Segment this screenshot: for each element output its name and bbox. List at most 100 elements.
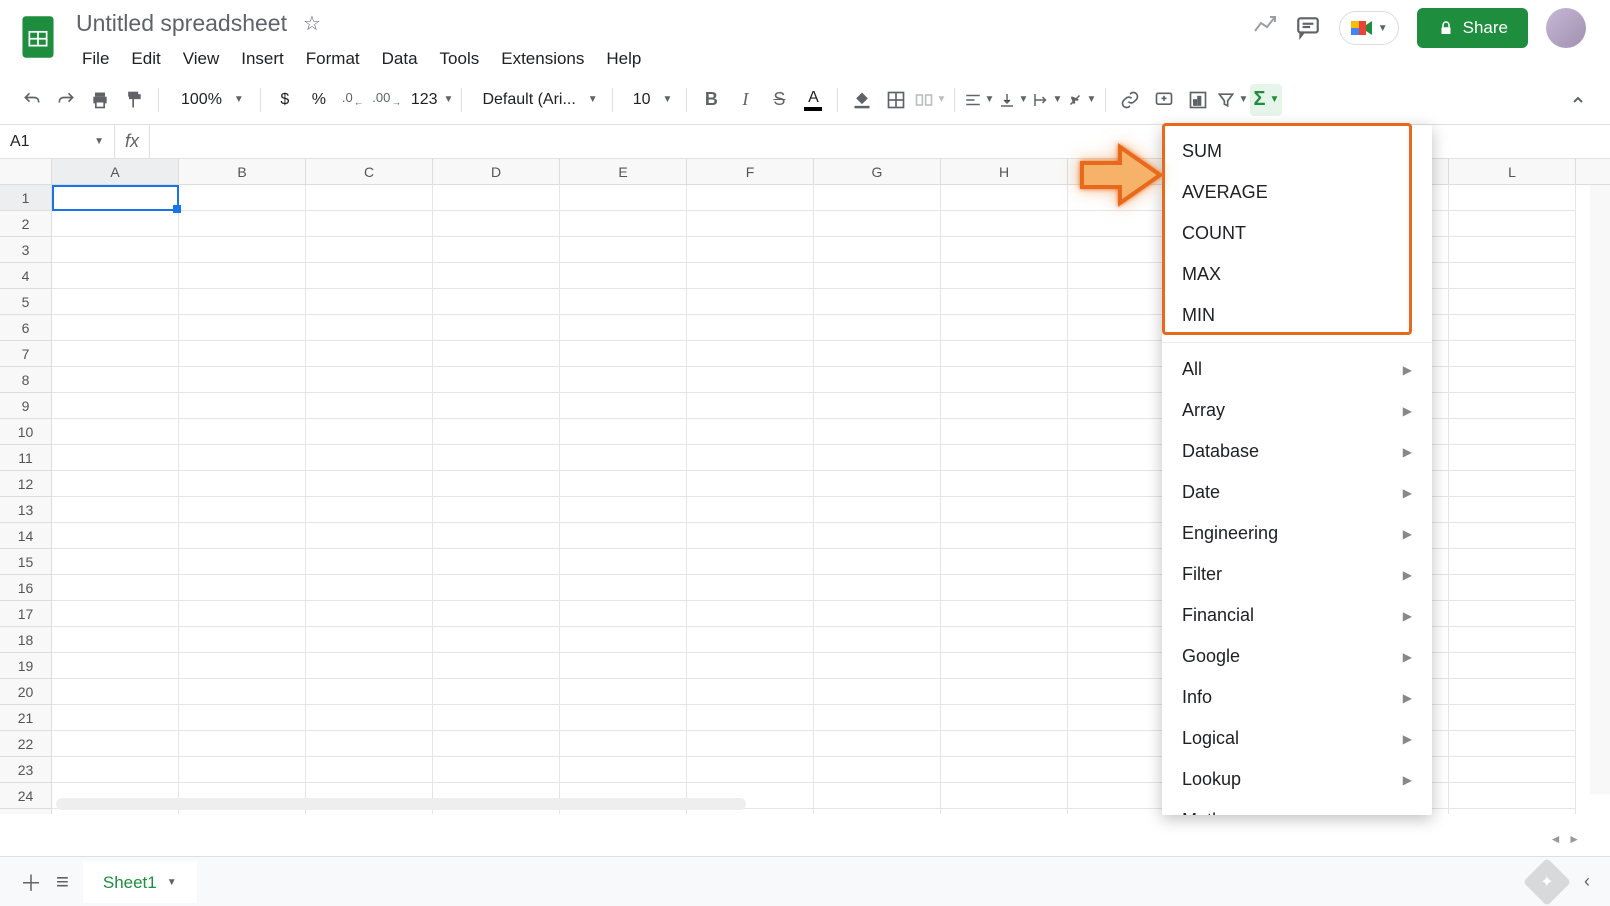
cell[interactable] [306,393,433,419]
cell[interactable] [1449,809,1576,814]
cell[interactable] [52,445,179,471]
cell[interactable] [306,497,433,523]
cell[interactable] [560,549,687,575]
cell[interactable] [560,315,687,341]
row-header[interactable]: 6 [0,315,52,341]
format-percent-button[interactable]: % [303,84,335,116]
function-item-average[interactable]: AVERAGE [1162,172,1432,213]
cell[interactable] [433,601,560,627]
menu-format[interactable]: Format [296,45,370,73]
cell[interactable] [941,783,1068,809]
cell[interactable] [433,471,560,497]
cell[interactable] [941,523,1068,549]
cell[interactable] [814,497,941,523]
cell[interactable] [687,653,814,679]
cell[interactable] [814,575,941,601]
more-formats-dropdown[interactable]: 123▼ [405,84,454,116]
function-category-array[interactable]: Array▶ [1162,390,1432,431]
cell[interactable] [306,419,433,445]
menu-help[interactable]: Help [596,45,651,73]
cell[interactable] [941,185,1068,211]
cell[interactable] [814,679,941,705]
text-color-button[interactable]: A [797,84,829,116]
cell[interactable] [433,705,560,731]
cell[interactable] [179,731,306,757]
row-header[interactable]: 16 [0,575,52,601]
cell[interactable] [814,549,941,575]
font-size-dropdown[interactable]: 10▼ [621,91,679,109]
cell[interactable] [814,211,941,237]
cell[interactable] [941,471,1068,497]
cell[interactable] [179,341,306,367]
cell[interactable] [1449,757,1576,783]
bold-button[interactable]: B [695,84,727,116]
sheets-logo[interactable] [16,8,60,66]
insert-chart-button[interactable] [1182,84,1214,116]
cell[interactable] [1449,445,1576,471]
column-header[interactable]: C [306,159,433,184]
cell[interactable] [941,367,1068,393]
cell[interactable] [179,549,306,575]
cell[interactable] [433,367,560,393]
cell[interactable] [814,757,941,783]
cell[interactable] [1449,289,1576,315]
cell[interactable] [814,315,941,341]
cell[interactable] [560,523,687,549]
cell[interactable] [941,497,1068,523]
cell[interactable] [433,315,560,341]
cell[interactable] [306,263,433,289]
row-header[interactable]: 12 [0,471,52,497]
cell[interactable] [941,731,1068,757]
cell[interactable] [687,679,814,705]
cell[interactable] [1449,575,1576,601]
cell[interactable] [1449,679,1576,705]
cell[interactable] [52,185,179,211]
cell[interactable] [814,237,941,263]
side-panel-toggle[interactable]: ‹ [1584,871,1590,892]
row-header[interactable]: 25 [0,809,52,814]
fill-color-button[interactable] [846,84,878,116]
cell[interactable] [560,367,687,393]
row-header[interactable]: 4 [0,263,52,289]
cell[interactable] [52,653,179,679]
cell[interactable] [560,237,687,263]
cell[interactable] [560,471,687,497]
cell[interactable] [1449,263,1576,289]
cell[interactable] [560,731,687,757]
cell[interactable] [941,809,1068,814]
row-header[interactable]: 15 [0,549,52,575]
cell[interactable] [433,627,560,653]
cell[interactable] [1449,731,1576,757]
explore-button[interactable]: ✦ [1523,857,1571,905]
cell[interactable] [179,393,306,419]
menu-view[interactable]: View [173,45,230,73]
cell[interactable] [814,653,941,679]
cell[interactable] [687,419,814,445]
cell[interactable] [814,809,941,814]
function-category-engineering[interactable]: Engineering▶ [1162,513,1432,554]
text-wrap-button[interactable]: ▼ [1031,84,1063,116]
cell[interactable] [179,211,306,237]
cell[interactable] [1449,237,1576,263]
cell[interactable] [687,627,814,653]
avatar[interactable] [1546,8,1586,48]
cell[interactable] [1449,393,1576,419]
cell[interactable] [814,367,941,393]
cell[interactable] [814,393,941,419]
cell[interactable] [941,627,1068,653]
cell[interactable] [560,757,687,783]
cell[interactable] [687,575,814,601]
cell[interactable] [560,575,687,601]
cell[interactable] [52,237,179,263]
function-category-date[interactable]: Date▶ [1162,472,1432,513]
cell[interactable] [179,627,306,653]
cell[interactable] [1449,523,1576,549]
cell[interactable] [52,471,179,497]
cell[interactable] [433,237,560,263]
function-item-sum[interactable]: SUM [1162,131,1432,172]
doc-title[interactable]: Untitled spreadsheet [72,8,291,39]
all-sheets-button[interactable]: ≡ [56,869,69,895]
cell[interactable] [687,289,814,315]
cell[interactable] [433,263,560,289]
font-dropdown[interactable]: Default (Ari...▼ [470,91,603,109]
